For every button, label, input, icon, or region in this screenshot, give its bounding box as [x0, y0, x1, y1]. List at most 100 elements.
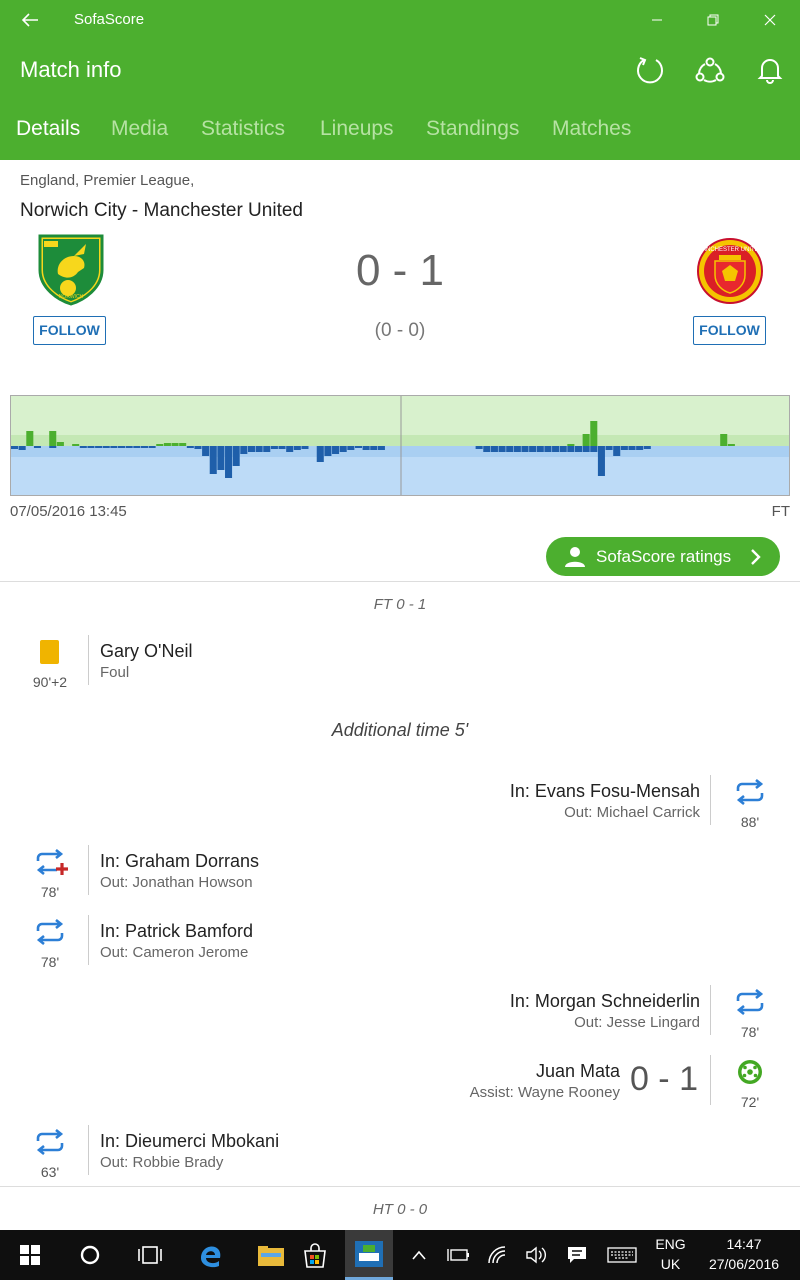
sofascore-ratings-button[interactable]: SofaScore ratings [546, 537, 780, 576]
momentum-away-bar [354, 446, 363, 448]
momentum-away-bar [18, 446, 26, 450]
follow-home-button[interactable]: FOLLOW [33, 316, 106, 345]
incident-goal[interactable]: Juan Mata Assist: Wayne Rooney 0 - 1 72' [0, 1052, 800, 1112]
tab-standings[interactable]: Standings [426, 117, 519, 141]
yellow-card-icon [40, 640, 59, 664]
incident-yellow-card[interactable]: 90'+2 Gary O'Neil Foul [0, 632, 800, 692]
input-language[interactable]: ENG UK [648, 1236, 693, 1272]
momentum-away-bar [370, 446, 378, 450]
momentum-home-bar [727, 444, 735, 446]
substitution-icon [35, 918, 65, 950]
away-team-crest[interactable]: MANCHESTER UNITED [695, 237, 765, 310]
file-explorer-icon[interactable] [240, 1230, 300, 1280]
back-arrow-icon[interactable] [18, 8, 42, 32]
momentum-away-bar [567, 446, 575, 452]
close-icon[interactable] [755, 6, 785, 34]
home-crest-text: NORWICH [59, 294, 84, 300]
momentum-away-bar [209, 446, 217, 474]
momentum-home-bar [179, 443, 187, 446]
match-score: 0 - 1 [355, 246, 445, 295]
momentum-away-bar [49, 446, 57, 448]
momentum-away-bar [636, 446, 644, 450]
windows-start-icon[interactable] [0, 1230, 60, 1280]
halftime-score: (0 - 0) [374, 320, 426, 341]
momentum-away-bar [255, 446, 263, 452]
momentum-away-bar [339, 446, 347, 452]
ratings-label: SofaScore ratings [596, 547, 732, 566]
momentum-away-bar [33, 446, 41, 448]
substitution-icon [35, 1128, 65, 1160]
momentum-away-bar [95, 446, 103, 448]
momentum-home-bar [582, 434, 590, 446]
chevron-right-icon [751, 549, 761, 565]
tab-statistics[interactable]: Statistics [201, 117, 285, 141]
momentum-away-bar [293, 446, 301, 450]
incident-substitution[interactable]: In: Morgan Schneiderlin Out: Jesse Linga… [0, 982, 800, 1042]
momentum-away-bar [620, 446, 628, 450]
sofascore-app-icon[interactable] [345, 1230, 393, 1280]
chevron-up-icon[interactable] [405, 1230, 433, 1280]
follow-away-button[interactable]: FOLLOW [693, 316, 766, 345]
keyboard-icon[interactable] [603, 1230, 641, 1280]
edge-browser-icon[interactable] [180, 1230, 240, 1280]
system-clock[interactable]: 14:47 27/06/2016 [700, 1236, 788, 1272]
task-view-icon[interactable] [120, 1230, 180, 1280]
tab-media[interactable]: Media [111, 117, 168, 141]
momentum-home-bar [720, 434, 728, 446]
momentum-away-bar [506, 446, 514, 452]
restore-icon[interactable] [698, 6, 728, 34]
momentum-away-bar [544, 446, 552, 452]
wifi-icon[interactable] [483, 1230, 513, 1280]
additional-time-label: Additional time 5' [331, 720, 469, 740]
battery-icon[interactable] [443, 1230, 473, 1280]
momentum-away-bar [125, 446, 133, 448]
momentum-away-bar [475, 446, 483, 449]
momentum-away-bar [559, 446, 567, 452]
momentum-away-bar [536, 446, 544, 452]
cortana-icon[interactable] [60, 1230, 120, 1280]
momentum-away-bar [324, 446, 332, 456]
momentum-away-bar [377, 446, 385, 450]
tab-lineups[interactable]: Lineups [320, 117, 394, 141]
tab-bar: Details Media Statistics Lineups Standin… [0, 100, 800, 160]
minimize-icon[interactable] [642, 6, 672, 34]
bell-icon[interactable] [754, 54, 786, 86]
momentum-away-bar [582, 446, 590, 452]
momentum-away-bar [110, 446, 118, 448]
football-goal-icon [737, 1059, 763, 1090]
momentum-away-bar [332, 446, 340, 454]
refresh-icon[interactable] [634, 54, 666, 86]
momentum-away-bar [118, 446, 126, 448]
momentum-away-bar [217, 446, 225, 470]
incident-substitution[interactable]: In: Evans Fosu-Mensah Out: Michael Carri… [0, 772, 800, 832]
home-team-crest[interactable]: NORWICH [38, 234, 104, 311]
taskbar: ENG UK 14:47 27/06/2016 [0, 1230, 800, 1280]
momentum-away-bar [102, 446, 110, 448]
incident-substitution[interactable]: 78' In: Patrick Bamford Out: Cameron Jer… [0, 912, 800, 972]
store-icon[interactable] [300, 1230, 345, 1280]
share-icon[interactable] [694, 54, 726, 86]
momentum-away-bar [247, 446, 255, 452]
momentum-away-bar [232, 446, 240, 466]
momentum-home-bar [56, 442, 64, 446]
incident-injury-substitution[interactable]: 78' In: Graham Dorrans Out: Jonathan How… [0, 842, 800, 902]
momentum-away-bar [186, 446, 194, 448]
volume-icon[interactable] [522, 1230, 552, 1280]
person-icon [565, 547, 585, 567]
league-name: England, Premier League, [20, 172, 195, 189]
tab-matches[interactable]: Matches [552, 117, 631, 141]
momentum-home-bar [590, 421, 598, 446]
momentum-home-bar [163, 443, 171, 446]
match-title: Norwich City - Manchester United [20, 200, 303, 221]
away-crest-text: MANCHESTER UNITED [697, 247, 764, 253]
incident-substitution[interactable]: 63' In: Dieumerci Mbokani Out: Robbie Br… [0, 1122, 800, 1182]
momentum-chart [11, 396, 735, 495]
tab-details[interactable]: Details [16, 117, 80, 141]
action-center-icon[interactable] [562, 1230, 592, 1280]
page-title: Match info [20, 57, 122, 82]
momentum-home-bar [49, 431, 57, 446]
app-bar: Match info [0, 40, 800, 100]
momentum-away-bar [529, 446, 537, 452]
attack-momentum-graph [10, 395, 790, 496]
substitution-icon [735, 988, 765, 1020]
